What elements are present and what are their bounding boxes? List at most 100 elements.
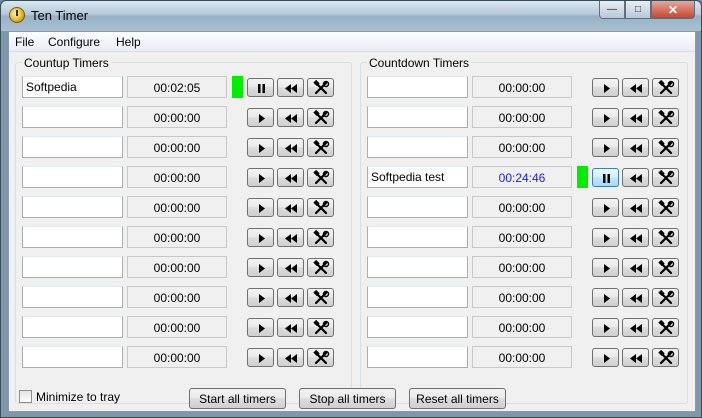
- play-button[interactable]: [592, 288, 619, 307]
- countup-timer-name-input[interactable]: Softpedia: [22, 76, 123, 98]
- countdown-timer-name-input[interactable]: [367, 136, 468, 158]
- close-icon: ✕: [667, 2, 679, 17]
- configure-timer-button[interactable]: [652, 108, 679, 127]
- play-button[interactable]: [247, 318, 274, 337]
- countdown-timer-name-input[interactable]: Softpedia test: [367, 166, 468, 188]
- reset-button[interactable]: [277, 288, 304, 307]
- reset-button[interactable]: [622, 348, 649, 367]
- pause-button[interactable]: [247, 78, 274, 97]
- countup-timer-name-input[interactable]: [22, 106, 123, 128]
- window-title: Ten Timer: [31, 8, 89, 23]
- countup-timer-name-input[interactable]: [22, 256, 123, 278]
- countdown-timer-name-input[interactable]: [367, 196, 468, 218]
- countup-timer-time-display: 00:00:00: [127, 196, 227, 218]
- countdown-timer-name-input[interactable]: [367, 106, 468, 128]
- reset-button[interactable]: [622, 228, 649, 247]
- play-button[interactable]: [592, 78, 619, 97]
- reset-button[interactable]: [277, 168, 304, 187]
- reset-button[interactable]: [622, 198, 649, 217]
- countup-timer-name-input[interactable]: [22, 136, 123, 158]
- configure-timer-button[interactable]: [307, 108, 334, 127]
- countup-timer-time-display: 00:00:00: [127, 316, 227, 338]
- configure-timer-button[interactable]: [307, 198, 334, 217]
- play-button[interactable]: [592, 108, 619, 127]
- start-all-timers-button[interactable]: Start all timers: [189, 388, 286, 409]
- countdown-timer-name-input[interactable]: [367, 346, 468, 368]
- configure-timer-button[interactable]: [652, 228, 679, 247]
- reset-button[interactable]: [277, 318, 304, 337]
- configure-timer-button[interactable]: [652, 78, 679, 97]
- reset-all-timers-button[interactable]: Reset all timers: [409, 388, 506, 409]
- play-button[interactable]: [592, 198, 619, 217]
- countdown-timer-name-input[interactable]: [367, 286, 468, 308]
- configure-timer-button[interactable]: [652, 258, 679, 277]
- play-button[interactable]: [247, 108, 274, 127]
- maximize-window-button[interactable]: □: [625, 1, 651, 19]
- countup-timer-name-input[interactable]: [22, 346, 123, 368]
- play-button[interactable]: [247, 168, 274, 187]
- configure-timer-button[interactable]: [307, 288, 334, 307]
- countup-timer-name-input[interactable]: [22, 166, 123, 188]
- reset-button[interactable]: [622, 258, 649, 277]
- configure-timer-button[interactable]: [652, 138, 679, 157]
- pause-button[interactable]: [592, 168, 619, 187]
- configure-timer-button[interactable]: [307, 168, 334, 187]
- reset-button[interactable]: [277, 138, 304, 157]
- close-window-button[interactable]: ✕: [651, 1, 695, 19]
- play-button[interactable]: [247, 288, 274, 307]
- countdown-timer-name-input[interactable]: [367, 226, 468, 248]
- reset-button[interactable]: [277, 108, 304, 127]
- countdown-timer-time-display: 00:00:00: [472, 286, 572, 308]
- configure-timer-button[interactable]: [307, 228, 334, 247]
- minimize-to-tray-checkbox[interactable]: [19, 390, 32, 403]
- play-button[interactable]: [592, 348, 619, 367]
- menu-file[interactable]: File: [15, 35, 34, 49]
- play-button[interactable]: [247, 228, 274, 247]
- configure-timer-button[interactable]: [307, 138, 334, 157]
- play-button[interactable]: [592, 318, 619, 337]
- configure-timer-button[interactable]: [652, 198, 679, 217]
- countdown-timer-name-input[interactable]: [367, 256, 468, 278]
- reset-button[interactable]: [277, 258, 304, 277]
- configure-timer-button[interactable]: [307, 348, 334, 367]
- play-button[interactable]: [247, 198, 274, 217]
- menu-help[interactable]: Help: [116, 35, 141, 49]
- menu-configure[interactable]: Configure: [48, 35, 100, 49]
- configure-timer-button[interactable]: [307, 318, 334, 337]
- running-indicator: [577, 166, 588, 188]
- reset-button[interactable]: [622, 168, 649, 187]
- configure-timer-button[interactable]: [652, 348, 679, 367]
- title-bar[interactable]: Ten Timer — □ ✕: [1, 1, 701, 31]
- app-window: Ten Timer — □ ✕ File Configure Help Coun…: [0, 0, 702, 418]
- reset-button[interactable]: [277, 78, 304, 97]
- countup-timer-name-input[interactable]: [22, 196, 123, 218]
- play-button[interactable]: [592, 138, 619, 157]
- play-button[interactable]: [592, 228, 619, 247]
- configure-timer-button[interactable]: [652, 318, 679, 337]
- configure-timer-button[interactable]: [307, 78, 334, 97]
- minimize-window-button[interactable]: —: [599, 1, 625, 19]
- reset-button[interactable]: [622, 108, 649, 127]
- play-button[interactable]: [247, 348, 274, 367]
- countup-timer-name-input[interactable]: [22, 316, 123, 338]
- configure-timer-button[interactable]: [652, 288, 679, 307]
- reset-button[interactable]: [277, 228, 304, 247]
- play-button[interactable]: [247, 258, 274, 277]
- reset-button[interactable]: [277, 348, 304, 367]
- reset-button[interactable]: [622, 138, 649, 157]
- countup-timer-row: Softpedia 00:02:05: [22, 76, 352, 98]
- play-button[interactable]: [247, 138, 274, 157]
- reset-button[interactable]: [622, 78, 649, 97]
- play-button[interactable]: [592, 258, 619, 277]
- reset-button[interactable]: [622, 318, 649, 337]
- reset-button[interactable]: [622, 288, 649, 307]
- stop-all-timers-button[interactable]: Stop all timers: [299, 388, 396, 409]
- reset-button[interactable]: [277, 198, 304, 217]
- configure-timer-button[interactable]: [307, 258, 334, 277]
- countdown-timer-name-input[interactable]: [367, 316, 468, 338]
- configure-timer-button[interactable]: [652, 168, 679, 187]
- countdown-timer-name-input[interactable]: [367, 76, 468, 98]
- countup-timer-name-input[interactable]: [22, 286, 123, 308]
- countup-timer-time-display: 00:00:00: [127, 286, 227, 308]
- countup-timer-name-input[interactable]: [22, 226, 123, 248]
